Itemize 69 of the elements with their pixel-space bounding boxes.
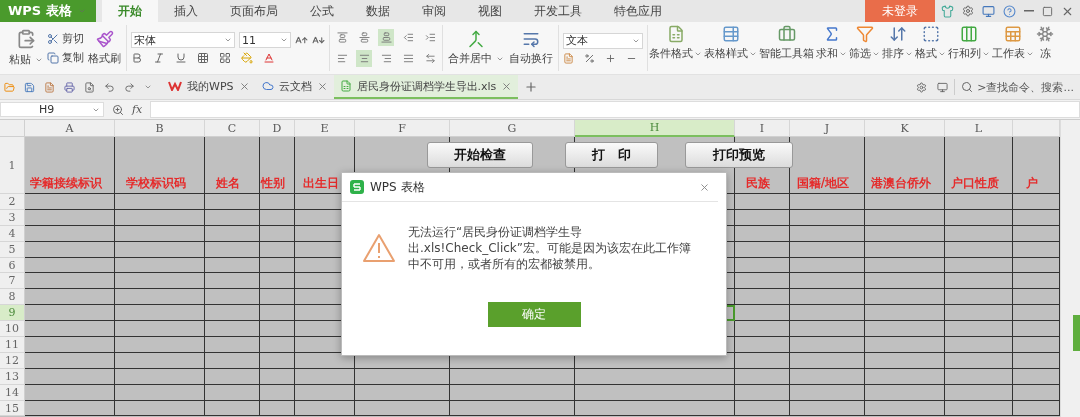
column-header[interactable]: L (945, 120, 1013, 137)
header-label: 户 (1026, 175, 1038, 192)
header-label: 港澳台侨外 (870, 175, 931, 192)
menu-tab[interactable]: 公式 (294, 0, 350, 22)
header-label: 国籍/地区 (796, 175, 850, 192)
document-tab[interactable]: 居民身份证调档学生导出.xls (333, 75, 519, 99)
menu-tab[interactable]: 页面布局 (214, 0, 294, 22)
toolbar-button[interactable]: 表格样式 (703, 25, 758, 71)
column-header[interactable]: F (355, 120, 450, 137)
row-header[interactable]: 10 (0, 321, 25, 337)
toolbar-button[interactable]: 排序 (881, 25, 914, 71)
toolbar-button[interactable]: 智能工具箱 (758, 25, 815, 71)
column-header[interactable]: I (735, 120, 790, 137)
column-header[interactable]: A (25, 120, 115, 137)
row-header[interactable]: 2 (0, 194, 25, 210)
menu-tab[interactable]: 特色应用 (598, 0, 678, 22)
toolbar-button[interactable]: 格式 (914, 25, 947, 71)
row-header[interactable]: 1 (0, 137, 25, 194)
column-header[interactable]: C (205, 120, 260, 137)
row-header[interactable]: 9 (0, 305, 25, 322)
cut-button[interactable]: 剪切 (47, 31, 84, 46)
column-header[interactable]: G (450, 120, 575, 137)
row-header[interactable]: 7 (0, 273, 25, 290)
sheet-button[interactable]: 打印预览 (685, 142, 793, 168)
column-header[interactable]: B (115, 120, 205, 137)
header-label: 学校标识码 (125, 175, 186, 192)
dialog-message: 无法运行“居民身份证调档学生导出.xls!Check_Click”宏。可能是因为该宏在此工作簿中不可用，或者所有的宏都被禁用。 (408, 224, 693, 272)
toolbar-button[interactable]: 冻 (1035, 25, 1055, 71)
toolbar-button[interactable]: 行和列 (947, 25, 991, 71)
column-header[interactable]: H (575, 120, 735, 137)
header-label: 出生日 (302, 175, 339, 192)
app-menu-button[interactable]: WPS 表格 (0, 0, 96, 22)
format-painter-button[interactable]: 格式刷 (87, 30, 122, 66)
header-label: 性别 (261, 175, 285, 192)
dialog-title: WPS 表格 (370, 178, 425, 196)
merge-button[interactable]: 合并居中 (447, 30, 505, 66)
toolbar-button[interactable]: 条件格式 (648, 25, 703, 71)
toolbar-button[interactable]: 工作表 (991, 25, 1035, 71)
menu-tab[interactable]: 审阅 (406, 0, 462, 22)
search-field[interactable]: >查找命令、搜索... (954, 79, 1080, 95)
sheet-button[interactable]: 打 印 (565, 142, 658, 168)
menu-tab[interactable]: 数据 (350, 0, 406, 22)
copy-button[interactable]: 复制 (47, 50, 84, 65)
menu-tab[interactable]: 开始 (102, 0, 158, 22)
font-select[interactable]: 宋体 (131, 32, 235, 48)
header-label: 民族 (746, 175, 770, 192)
wrap-button[interactable]: 自动换行 (508, 30, 554, 66)
toolbar-button[interactable]: 求和 (815, 25, 848, 71)
menu-tab[interactable]: 插入 (158, 0, 214, 22)
sheet-button[interactable]: 开始检查 (427, 142, 533, 168)
menu-tab[interactable]: 视图 (462, 0, 518, 22)
paste-button[interactable]: 粘贴 (8, 29, 44, 67)
header-label: 户口性质 (950, 175, 999, 192)
column-header[interactable]: D (260, 120, 295, 137)
column-header[interactable]: E (295, 120, 355, 137)
toolbar-button[interactable]: 筛选 (848, 25, 881, 71)
number-format-select[interactable]: 文本 (563, 32, 643, 49)
column-header[interactable]: K (865, 120, 945, 137)
row-header[interactable]: 11 (0, 337, 25, 353)
font-size-select[interactable]: 11 (239, 32, 291, 48)
header-label: 姓名 (216, 175, 240, 192)
document-tab[interactable]: 我的WPS (162, 75, 256, 99)
header-label: 学籍接续标识 (29, 175, 102, 192)
row-header[interactable]: 8 (0, 289, 25, 306)
menu-tab[interactable]: 开发工具 (518, 0, 598, 22)
column-header[interactable]: J (790, 120, 865, 137)
document-tab[interactable]: 云文档 (255, 75, 334, 99)
fx-label[interactable]: fx (132, 103, 143, 116)
name-box[interactable]: H9 (0, 102, 104, 117)
